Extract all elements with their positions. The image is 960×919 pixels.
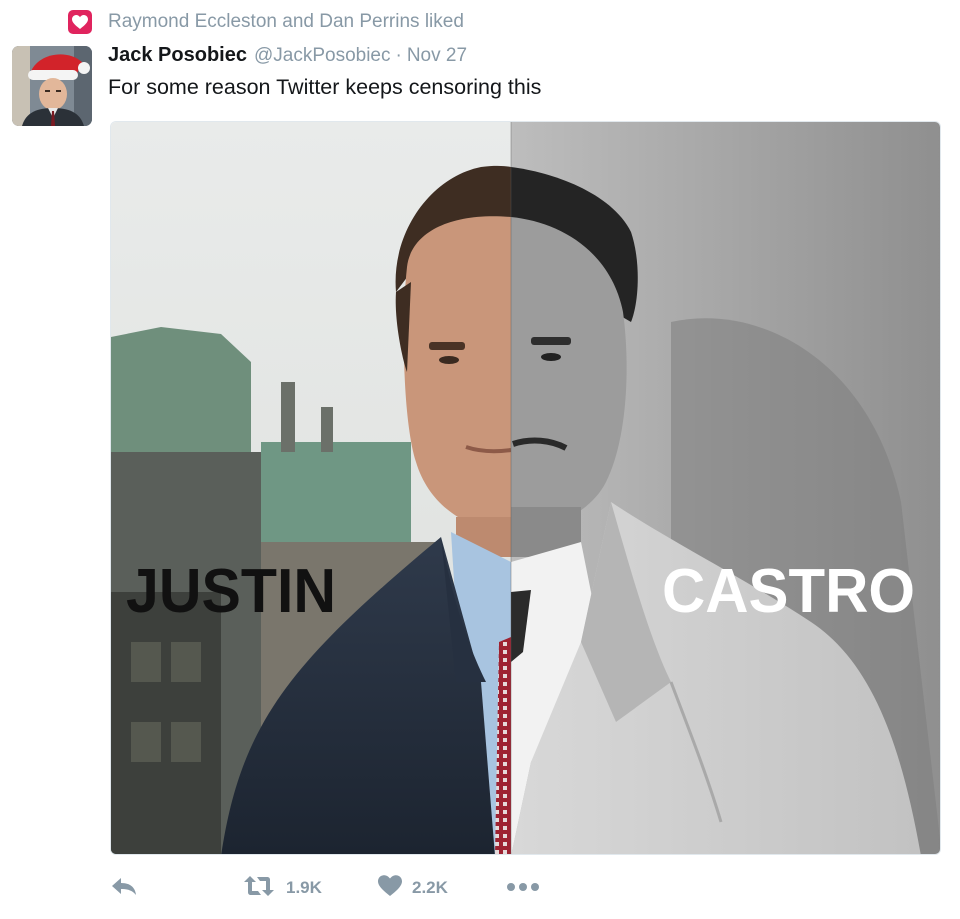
social-context: Raymond Eccleston and Dan Perrins liked [68,9,464,35]
media-label-left: JUSTIN [126,557,336,626]
social-context-text[interactable]: Raymond Eccleston and Dan Perrins liked [108,11,464,33]
more-button[interactable] [506,870,540,906]
header-separator: · [395,45,402,66]
retweet-count: 1.9K [286,878,322,897]
reply-icon [110,875,138,902]
media-right-half [511,122,940,854]
author-handle[interactable]: @JackPosobiec [254,45,391,67]
more-icon [506,879,540,897]
heart-icon [68,10,92,34]
tweet-media-image[interactable]: JUSTIN CASTRO [110,121,941,855]
media-left-half [111,122,512,854]
retweet-icon [242,874,276,903]
avatar[interactable] [12,46,92,126]
tweet-timestamp[interactable]: Nov 27 [407,45,467,67]
tweet-header: Jack Posobiec @JackPosobiec · Nov 27 [108,44,467,72]
author-name[interactable]: Jack Posobiec [108,44,247,67]
retweet-button[interactable]: 1.9K [242,870,322,906]
reply-button[interactable] [110,870,138,906]
like-count: 2.2K [412,878,448,897]
like-button[interactable]: 2.2K [378,870,448,906]
like-heart-icon [378,874,402,902]
tweet-text: For some reason Twitter keeps censoring … [108,75,542,99]
tweet-actions: 1.9K 2.2K [108,870,568,906]
media-label-right: CASTRO [662,557,915,626]
